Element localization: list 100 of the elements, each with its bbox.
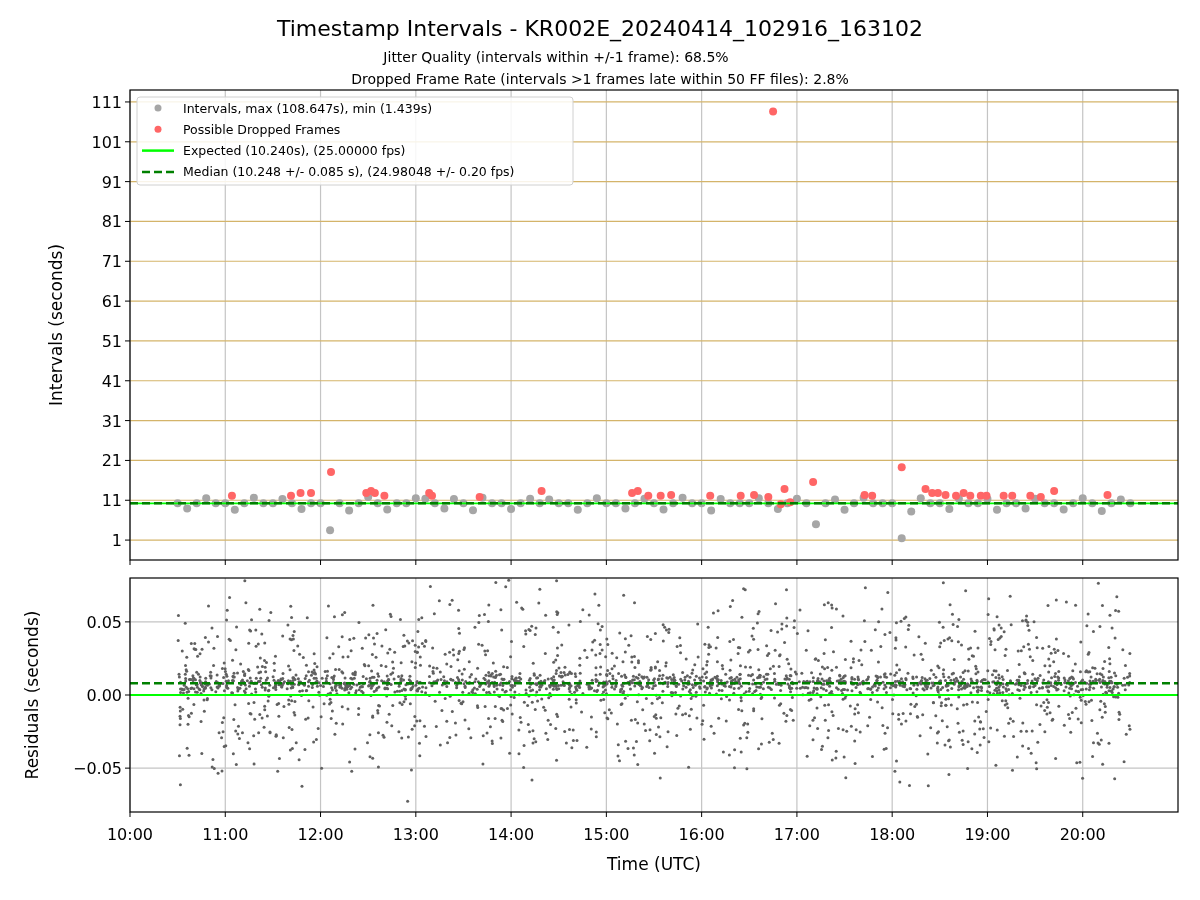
data-point <box>192 499 201 508</box>
data-point <box>380 491 389 500</box>
data-point <box>554 499 563 508</box>
data-point <box>745 499 754 508</box>
data-point <box>707 506 716 515</box>
data-point <box>268 499 277 508</box>
data-point <box>583 499 592 508</box>
data-point <box>644 491 653 500</box>
data-point <box>1050 499 1059 508</box>
data-point <box>821 499 830 508</box>
data-point <box>535 499 544 508</box>
data-point <box>792 494 801 503</box>
data-point <box>1088 499 1097 508</box>
data-point <box>973 499 982 508</box>
legend-label: Median (10.248 +/- 0.085 s), (24.98048 +/- 0.20 fps) <box>183 164 515 180</box>
data-point <box>602 499 611 508</box>
axis-tick-label: 101 <box>91 132 122 152</box>
chart-title: Timestamp Intervals - KR002E_20240414_102916_163102 <box>277 16 923 41</box>
data-point <box>516 499 525 508</box>
data-point <box>373 499 382 508</box>
data-point <box>982 491 991 500</box>
data-point <box>868 491 877 500</box>
data-point <box>916 494 925 503</box>
data-point <box>621 504 630 513</box>
axis-title: Time (UTC) <box>607 854 701 874</box>
axis-tick-label: 20:00 <box>1059 825 1106 844</box>
data-point <box>1008 491 1017 500</box>
axis-tick-label: 11 <box>101 491 122 511</box>
axis-tick-label: 71 <box>101 252 122 272</box>
data-point <box>475 493 484 502</box>
data-point <box>754 494 763 503</box>
data-point <box>769 107 778 116</box>
axis-tick-label: 13:00 <box>392 825 439 844</box>
data-point <box>811 520 820 529</box>
data-point <box>959 489 968 498</box>
data-point <box>249 493 258 502</box>
data-point <box>354 499 363 508</box>
data-point <box>697 499 706 508</box>
axis-tick-label: 15:00 <box>583 825 630 844</box>
data-point <box>897 463 906 472</box>
data-point <box>459 499 468 508</box>
data-point <box>1078 494 1087 503</box>
data-point <box>659 505 668 514</box>
axis-tick-label: 11:00 <box>202 825 249 844</box>
data-point <box>278 495 287 504</box>
axis-tick-label: 31 <box>101 411 122 431</box>
data-point <box>230 505 239 514</box>
data-point <box>1069 499 1078 508</box>
axis-tick-label: 1 <box>111 531 122 551</box>
data-point <box>227 491 236 500</box>
data-point <box>526 494 535 503</box>
data-point <box>921 485 930 494</box>
data-point <box>370 489 379 498</box>
data-point <box>592 494 601 503</box>
data-point <box>345 506 354 515</box>
data-point <box>1012 499 1021 508</box>
data-point <box>537 487 546 496</box>
axis-tick-label: −0.05 <box>72 759 122 779</box>
data-point <box>736 491 745 500</box>
data-point <box>688 499 697 508</box>
data-point <box>878 499 887 508</box>
data-point <box>966 491 975 500</box>
data-point <box>173 499 182 508</box>
data-point <box>750 491 759 500</box>
data-point <box>706 491 715 500</box>
data-point <box>726 499 735 508</box>
data-point <box>678 493 687 502</box>
data-point <box>327 468 336 476</box>
data-point <box>780 485 789 494</box>
data-point <box>392 499 401 508</box>
data-point <box>497 499 506 508</box>
data-point <box>211 499 220 508</box>
data-point <box>888 499 897 508</box>
axis-tick-label: 0.00 <box>86 686 122 705</box>
legend-label: Intervals, max (108.647s), min (1.439s) <box>183 100 433 116</box>
data-point <box>809 477 818 486</box>
data-point <box>335 499 344 508</box>
data-point <box>850 499 859 508</box>
data-point <box>221 499 230 508</box>
axis-tick-label: 61 <box>101 292 122 312</box>
axis-tick-label: 14:00 <box>488 825 535 844</box>
axis-tick-label: 21 <box>101 451 122 471</box>
data-point <box>716 495 725 504</box>
data-point <box>999 491 1008 500</box>
data-point <box>776 500 785 509</box>
data-point <box>488 499 497 508</box>
axis-tick-label: 12:00 <box>297 825 344 844</box>
data-point <box>1021 504 1030 513</box>
data-point <box>1059 505 1068 514</box>
data-point <box>897 534 906 543</box>
axis-tick-label: 17:00 <box>773 825 820 844</box>
axis-tick-label: 81 <box>101 212 122 232</box>
data-point <box>611 499 620 508</box>
axis-title: Residuals (seconds) <box>22 610 42 780</box>
axis-tick-label: 91 <box>101 172 122 192</box>
data-point <box>383 505 392 514</box>
data-point <box>1116 495 1125 504</box>
data-point <box>440 504 449 513</box>
axis-tick-label: 0.05 <box>86 612 122 632</box>
axis-tick-label: 16:00 <box>678 825 725 844</box>
